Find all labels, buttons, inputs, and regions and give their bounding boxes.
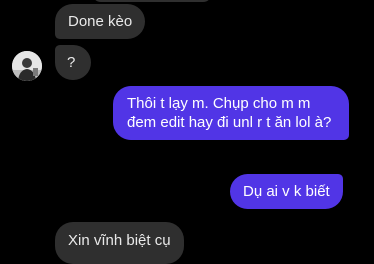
incoming-message-bubble[interactable]: Xin vĩnh biệt cụ (55, 222, 184, 264)
message-text: Dụ ai v k biết (243, 183, 330, 200)
message-text: Done kèo (68, 13, 133, 30)
message-text: ? (67, 54, 76, 71)
outgoing-message-bubble[interactable]: Dụ ai v k biết (230, 174, 343, 209)
incoming-message-bubble[interactable]: Done kèo (55, 4, 146, 39)
previous-message-bubble[interactable] (92, 0, 212, 2)
message-text: Thôi t lạy m. Chụp cho m m đem edit hay … (127, 95, 332, 131)
avatar[interactable] (12, 51, 42, 81)
incoming-message-bubble[interactable]: ? (55, 45, 91, 80)
message-text: Xin vĩnh biệt cụ (68, 232, 171, 249)
outgoing-message-bubble[interactable]: Thôi t lạy m. Chụp cho m m đem edit hay … (113, 86, 349, 140)
contact-photo-icon (12, 51, 42, 81)
